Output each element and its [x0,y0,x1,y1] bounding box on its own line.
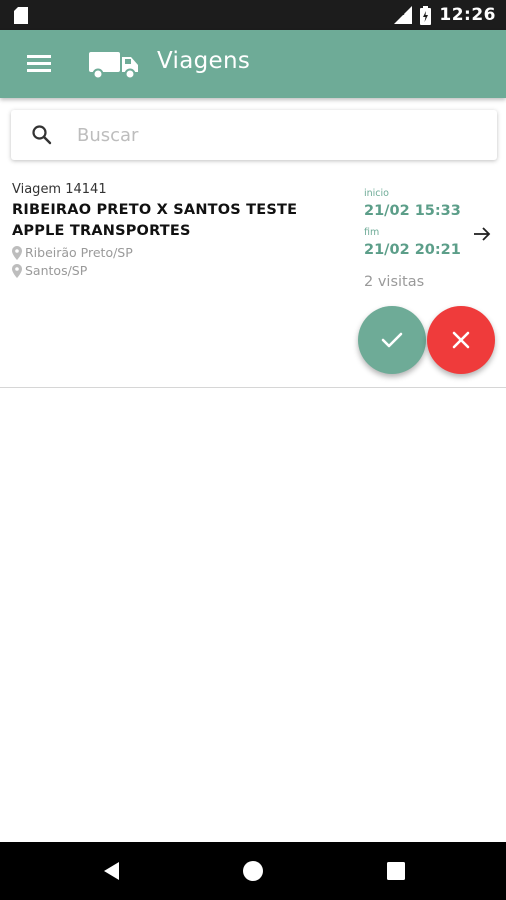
truck-icon [89,52,138,80]
end-datetime: 21/02 20:21 [364,242,461,258]
start-label: inicio [364,188,389,199]
check-icon [381,332,403,348]
page-title: Viagens [157,48,251,74]
close-icon [452,331,470,349]
navigation-bar [0,842,506,900]
trip-id: Viagem 14141 [12,182,107,197]
clock-time: 12:26 [439,5,496,25]
trip-destination-label: Santos/SP [25,263,88,278]
arrow-right-icon[interactable] [471,226,493,242]
end-label: fim [364,227,380,238]
back-icon[interactable] [100,859,124,883]
status-bar: LTE 12:26 [0,0,506,30]
trip-list-item[interactable]: Viagem 14141 RIBEIRAO PRETO X SANTOS TES… [0,170,506,388]
start-datetime: 21/02 15:33 [364,203,461,219]
trip-destination: Santos/SP [12,263,87,278]
reject-trip-button[interactable] [427,306,495,374]
recents-icon[interactable] [384,859,408,883]
menu-icon[interactable] [20,48,60,80]
home-icon[interactable] [241,859,265,883]
location-pin-icon [12,245,22,260]
svg-text:LTE: LTE [393,9,405,17]
accept-trip-button[interactable] [358,306,426,374]
trip-origin-label: Ribeirão Preto/SP [25,245,133,260]
trip-title: RIBEIRAO PRETO X SANTOS TESTE APPLE TRAN… [12,202,298,239]
search-icon [32,125,52,145]
trip-origin: Ribeirão Preto/SP [12,245,133,260]
sd-card-icon [14,7,28,24]
visits-count: 2 visitas [364,274,425,290]
location-pin-icon [12,263,22,278]
search-bar [11,110,497,160]
app-bar: Viagens [0,30,506,98]
battery-charging-icon [420,5,432,25]
lte-signal-icon: LTE [393,6,413,24]
search-input[interactable] [77,118,477,152]
